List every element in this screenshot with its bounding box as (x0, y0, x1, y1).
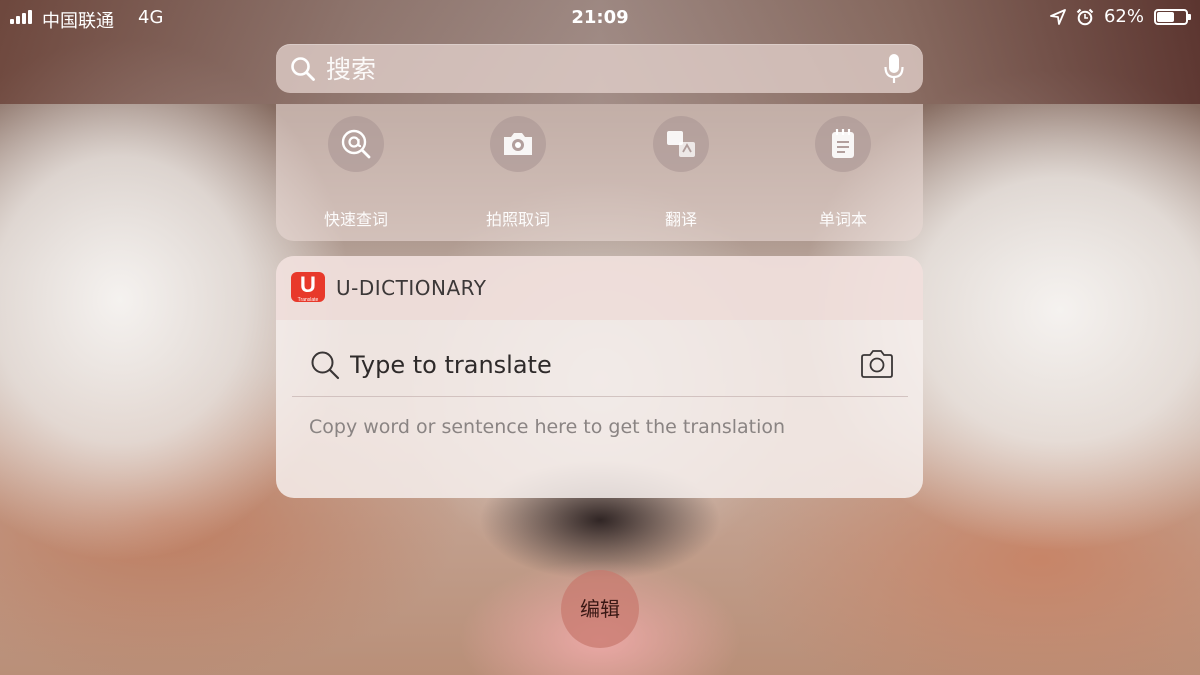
camera-icon (490, 116, 546, 172)
translate-icon (653, 116, 709, 172)
u-dictionary-widget: U Translate U-DICTIONARY Copy word or se… (276, 256, 923, 498)
u-dictionary-logo: U Translate (291, 272, 325, 303)
translate-input-row[interactable] (292, 330, 908, 397)
shortcut-translate[interactable]: 翻译 (606, 114, 756, 234)
shortcut-label: 快速查词 (323, 210, 388, 229)
at-magnifier-icon (328, 116, 384, 172)
shortcut-label: 翻译 (664, 210, 697, 229)
battery-fill (1157, 11, 1174, 22)
shortcut-photo-lookup[interactable]: 拍照取词 (443, 114, 593, 234)
shortcut-wordbook[interactable]: 单词本 (768, 114, 918, 234)
logo-letter: U (300, 272, 316, 297)
widget-header: U Translate U-DICTIONARY (276, 256, 923, 320)
battery-percent: 62% (1103, 6, 1144, 27)
translation-hint: Copy word or sentence here to get the tr… (309, 416, 786, 438)
home-screen-today-view: 中国联通 4G 21:09 62% 搜索 快速查词 拍照取词 翻译 单词本 U … (0, 0, 1200, 675)
edit-button[interactable]: 编辑 (561, 570, 639, 648)
location-arrow-icon (1050, 8, 1066, 25)
shortcut-label: 单词本 (818, 210, 867, 229)
shortcuts-widget: 快速查词 拍照取词 翻译 单词本 (276, 104, 923, 241)
search-bar[interactable] (276, 44, 923, 93)
notebook-icon (815, 116, 871, 172)
microphone-icon[interactable] (883, 53, 905, 85)
battery-icon (1154, 8, 1191, 25)
camera-icon[interactable] (860, 348, 894, 380)
search-icon (291, 57, 315, 81)
widget-app-name: U-DICTIONARY (336, 276, 487, 300)
status-time: 21:09 (571, 7, 629, 28)
status-bar: 中国联通 4G 21:09 62% (0, 0, 1200, 36)
shortcut-quick-lookup[interactable]: 快速查词 (281, 114, 431, 234)
search-icon (311, 351, 340, 380)
status-right-group: 62% (1050, 6, 1191, 27)
alarm-icon (1076, 8, 1094, 25)
logo-caption: Translate (297, 297, 319, 303)
shortcut-label: 拍照取词 (485, 210, 550, 229)
search-input[interactable] (324, 48, 848, 90)
translate-input[interactable] (348, 344, 832, 386)
